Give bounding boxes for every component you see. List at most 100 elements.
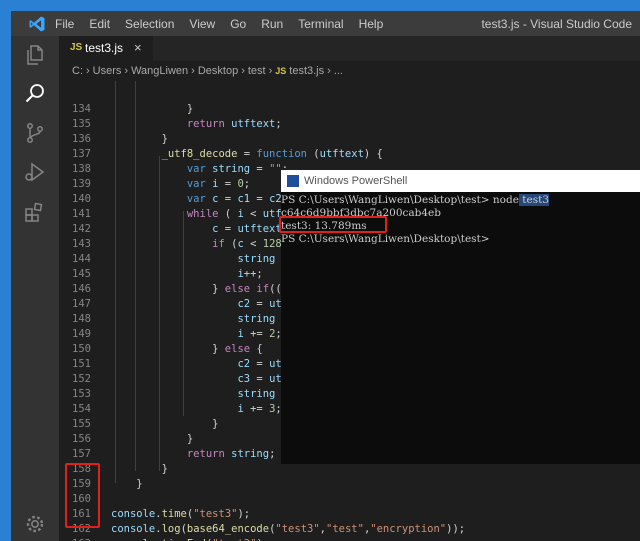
explorer-icon[interactable] <box>23 43 47 67</box>
terminal-line-command: PS C:\Users\WangLiwen\Desktop\test> node… <box>281 194 550 207</box>
breadcrumb-item-user[interactable]: WangLiwen <box>131 65 188 77</box>
code-token: c2 <box>269 193 282 205</box>
code-token: function <box>256 148 307 160</box>
code-token: < <box>243 208 263 220</box>
code-token: = <box>218 178 238 190</box>
code-token: } <box>111 133 168 145</box>
code-line: 160 <box>59 492 640 507</box>
menu-view[interactable]: View <box>189 17 215 31</box>
code-token: < <box>243 238 263 250</box>
chevron-right-icon: › <box>268 65 273 77</box>
line-number: 153 <box>72 388 91 400</box>
code-token: ( <box>224 238 238 250</box>
menu-help[interactable]: Help <box>359 17 384 31</box>
code-token: ( <box>306 148 320 160</box>
tab-close-icon[interactable]: × <box>134 40 142 55</box>
line-number: 156 <box>72 433 91 445</box>
menu-go[interactable]: Go <box>230 17 246 31</box>
code-token: var <box>186 163 206 175</box>
code-token: c1 <box>237 193 251 205</box>
line-number: 154 <box>72 403 91 415</box>
terminal-prompt: PS C:\Users\WangLiwen\Desktop\test> <box>281 194 493 206</box>
highlight-box-timing <box>279 216 387 233</box>
code-token: c2 <box>237 298 251 310</box>
breadcrumb-item-folder[interactable]: test <box>248 65 266 77</box>
line-number: 137 <box>72 148 91 160</box>
line-code: } <box>111 462 168 477</box>
window-title: test3.js - Visual Studio Code <box>481 17 632 31</box>
menu-edit[interactable]: Edit <box>89 17 110 31</box>
code-token: = <box>250 193 270 205</box>
code-line: 158 } <box>59 462 640 477</box>
powershell-title-bar[interactable]: Windows PowerShell <box>281 170 640 192</box>
menu-bar: File Edit Selection View Go Run Terminal… <box>55 17 398 31</box>
line-code: console.time("test3"); <box>111 507 250 522</box>
code-token: { <box>250 343 263 355</box>
code-token: += <box>243 328 270 340</box>
code-token: string <box>237 388 276 400</box>
breadcrumb-item-file[interactable]: test3.js <box>289 65 324 77</box>
code-token: else <box>224 343 251 355</box>
source-control-icon[interactable] <box>23 121 47 145</box>
code-line: 134 } <box>59 102 640 117</box>
menu-selection[interactable]: Selection <box>125 17 174 31</box>
code-token: ; <box>269 448 276 460</box>
activity-bar <box>11 36 59 541</box>
code-token: } <box>111 103 194 115</box>
line-code: return string; <box>111 447 276 462</box>
code-token: string <box>237 313 276 325</box>
code-token: += <box>243 403 270 415</box>
line-number: 163 <box>59 537 91 541</box>
js-file-icon: JS <box>70 42 83 53</box>
menu-run[interactable]: Run <box>261 17 283 31</box>
settings-gear-icon[interactable] <box>23 512 47 536</box>
line-code: } <box>111 102 193 117</box>
terminal-command-arg: test3 <box>518 194 550 206</box>
menu-terminal[interactable]: Terminal <box>298 17 343 31</box>
line-code: } <box>111 477 142 492</box>
code-token: string <box>237 253 276 265</box>
tab-test3-js[interactable]: JS test3.js × <box>59 36 153 61</box>
js-file-icon: JS <box>275 66 287 76</box>
code-token: "test" <box>326 523 364 535</box>
run-debug-icon[interactable] <box>23 160 47 184</box>
line-number: 145 <box>72 268 91 280</box>
code-token: 128 <box>262 238 282 250</box>
code-token: return <box>186 118 225 130</box>
search-icon[interactable] <box>23 81 47 105</box>
code-token: } <box>111 418 219 430</box>
breadcrumb-item-drive[interactable]: C: <box>72 65 83 77</box>
line-code: console.timeEnd("test3") <box>111 537 263 541</box>
line-number: 151 <box>72 358 91 370</box>
code-token: var <box>186 193 206 205</box>
breadcrumb-item-users[interactable]: Users <box>93 65 122 77</box>
line-code: } <box>111 432 193 447</box>
breadcrumb-item-desktop[interactable]: Desktop <box>198 65 238 77</box>
tab-bar: JS test3.js × <box>59 36 640 61</box>
extensions-icon[interactable] <box>23 200 47 224</box>
powershell-window[interactable]: Windows PowerShell PS C:\Users\WangLiwen… <box>281 170 640 464</box>
code-token: = <box>250 163 270 175</box>
chevron-right-icon: › <box>191 65 195 77</box>
code-token: string <box>231 448 270 460</box>
code-token: } <box>111 433 194 445</box>
line-number: 146 <box>72 283 91 295</box>
menu-file[interactable]: File <box>55 17 74 31</box>
breadcrumb-item-symbol[interactable]: ... <box>334 65 343 77</box>
code-line: 136 } <box>59 132 640 147</box>
highlight-box-line-numbers <box>65 463 100 528</box>
vscode-logo-icon[interactable] <box>28 15 46 33</box>
code-token: )); <box>446 523 466 535</box>
title-bar: File Edit Selection View Go Run Terminal… <box>11 11 640 36</box>
code-token: ; <box>275 118 282 130</box>
